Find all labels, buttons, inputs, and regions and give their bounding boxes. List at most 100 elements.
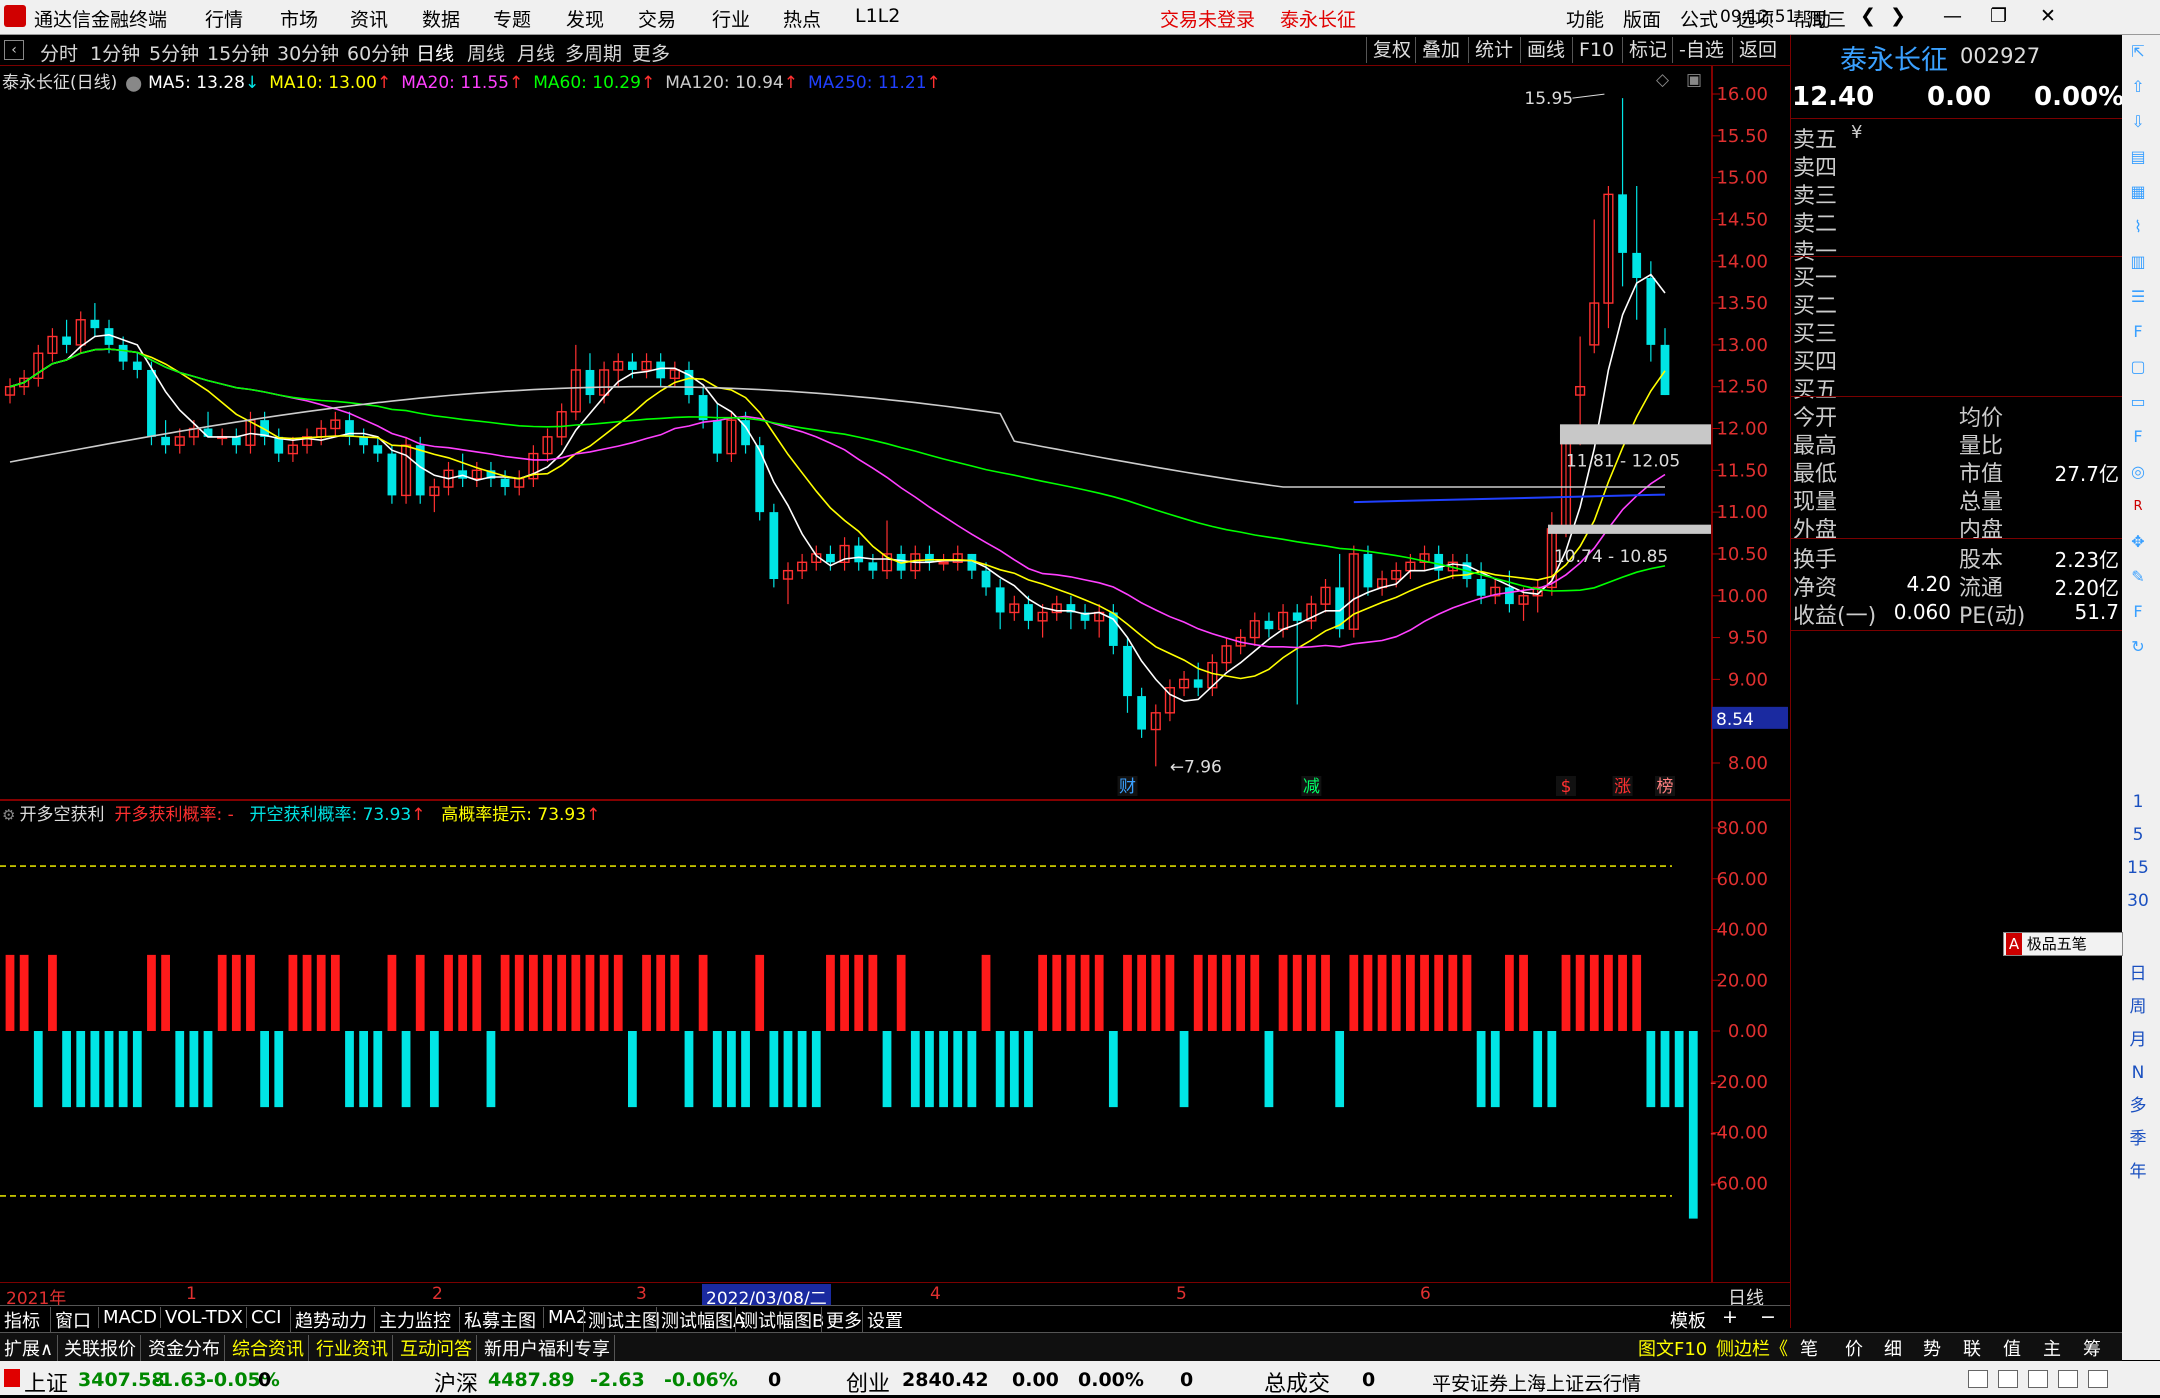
bottom-right-tab[interactable]: 笔	[1800, 1335, 1818, 1361]
chart-tool-button[interactable]: 画线	[1520, 37, 1571, 63]
line-chart-icon[interactable]: ⌇	[2124, 213, 2152, 241]
grid-icon[interactable]: ▦	[2124, 178, 2152, 206]
side-period-button[interactable]: 1	[2124, 788, 2152, 816]
side-period-button[interactable]: 5	[2124, 821, 2152, 849]
candle-icon[interactable]: ▥	[2124, 248, 2152, 276]
indicator-tab[interactable]: MACD	[98, 1307, 157, 1328]
menu-item[interactable]: 帮助	[1793, 5, 1831, 32]
period-tab[interactable]: 1分钟	[90, 39, 140, 66]
panel-toggle-icon[interactable]: ‹	[4, 40, 24, 60]
index-name[interactable]: 上证	[24, 1366, 68, 1398]
status-icon-c[interactable]	[2028, 1370, 2048, 1388]
indicator-tab[interactable]: 私募主图	[459, 1307, 536, 1333]
index-name[interactable]: 总成交	[1264, 1366, 1330, 1398]
menu-item[interactable]: 选项	[1736, 5, 1774, 32]
menu-item[interactable]: 资讯	[350, 5, 388, 32]
menu-item[interactable]: 热点	[783, 5, 821, 32]
chart-tool-button[interactable]: -自选	[1672, 37, 1730, 63]
status-icon-b[interactable]	[1998, 1370, 2018, 1388]
add-tab-icon[interactable]: +	[1722, 1306, 1738, 1328]
menu-item[interactable]: L1L2	[855, 5, 900, 27]
trade-status[interactable]: 交易未登录	[1160, 5, 1255, 32]
remove-tab-icon[interactable]: −	[1760, 1306, 1776, 1328]
period-tab[interactable]: 15分钟	[207, 39, 269, 66]
side-period-button[interactable]: N	[2124, 1059, 2152, 1087]
bottom-right-tab[interactable]: 势	[1923, 1335, 1941, 1361]
status-icon-e[interactable]	[2088, 1370, 2108, 1388]
bottom-right-tab[interactable]: 侧边栏《	[1716, 1335, 1788, 1361]
side-period-button[interactable]: 季	[2124, 1125, 2152, 1153]
calendar-icon[interactable]: ▤	[2124, 143, 2152, 171]
bottom-tab[interactable]: 关联报价	[64, 1335, 141, 1361]
refresh-icon[interactable]: ↻	[2124, 633, 2152, 661]
status-server[interactable]: 平安证券上海上证云行情	[1432, 1369, 1641, 1396]
expand-icon[interactable]: ⇱	[2124, 38, 2152, 66]
move-icon[interactable]: ✥	[2124, 528, 2152, 556]
menu-item[interactable]: 公式	[1680, 5, 1718, 32]
menu-item[interactable]: 功能	[1566, 5, 1604, 32]
close-icon[interactable]: ✕	[2040, 5, 2056, 27]
chart-tool-button[interactable]: 统计	[1468, 37, 1519, 63]
menu-item[interactable]: 行业	[712, 5, 750, 32]
fs-icon[interactable]: F	[2124, 598, 2152, 626]
menu-item[interactable]: 行情	[205, 5, 243, 32]
template-button[interactable]: 模板	[1670, 1307, 1706, 1333]
multi-chart-icon[interactable]: ▢	[2124, 353, 2152, 381]
period-tab[interactable]: 月线	[517, 39, 555, 66]
side-period-button[interactable]: 多	[2124, 1092, 2152, 1120]
side-period-button[interactable]: 15	[2124, 854, 2152, 882]
indicator-tab[interactable]: 设置	[862, 1307, 903, 1333]
ime-widget[interactable]: A 极品五笔	[2003, 932, 2123, 956]
f10-icon[interactable]: F	[2124, 318, 2152, 346]
indicator-tab[interactable]: 测试幅图B	[735, 1307, 824, 1333]
bottom-tab[interactable]: 行业资讯	[316, 1335, 393, 1361]
period-tab[interactable]: 30分钟	[277, 39, 339, 66]
period-tab[interactable]: 更多	[632, 39, 670, 66]
menu-item[interactable]: 版面	[1623, 5, 1661, 32]
indicator-tab[interactable]: CCI	[246, 1307, 281, 1328]
period-tab[interactable]: 分时	[40, 39, 78, 66]
bottom-right-tab[interactable]: 联	[1963, 1335, 1981, 1361]
chart-tool-button[interactable]: F10	[1572, 37, 1620, 63]
forward-arrow-icon[interactable]: ❯	[1890, 5, 1906, 27]
indicator-tab[interactable]: 趋势动力	[290, 1307, 367, 1333]
indicator-tab[interactable]: 测试主图	[583, 1307, 660, 1333]
indicator-settings-icon[interactable]: ⚙	[2, 806, 15, 824]
period-tab[interactable]: 多周期	[565, 39, 622, 66]
menu-item[interactable]: 交易	[638, 5, 676, 32]
bottom-tab[interactable]: 互动问答	[400, 1335, 477, 1361]
chart-settings-icon[interactable]: ◇	[1656, 70, 1669, 90]
bottom-right-tab[interactable]: 细	[1884, 1335, 1902, 1361]
bottom-tab[interactable]: 综合资讯	[232, 1335, 309, 1361]
legend-toggle-icon[interactable]: ⬤	[125, 74, 142, 92]
period-tab[interactable]: 周线	[467, 39, 505, 66]
indicator-tab[interactable]: 测试幅图A	[656, 1307, 745, 1333]
period-tab[interactable]: 60分钟	[347, 39, 409, 66]
side-period-button[interactable]: 月	[2124, 1026, 2152, 1054]
chart-area[interactable]: 16.00 15.50 15.00 14.50 14.00 13.50 13.00 12.50…	[0, 66, 1790, 1286]
status-icon-d[interactable]	[2058, 1370, 2078, 1388]
bottom-tab[interactable]: 扩展∧	[4, 1335, 59, 1361]
down-arrow-icon[interactable]: ⇩	[2124, 108, 2152, 136]
indicator-tab[interactable]: 指标	[4, 1307, 40, 1333]
chart-tool-button[interactable]: 标记	[1622, 37, 1673, 63]
bottom-right-tab[interactable]: 图文F10	[1638, 1335, 1707, 1361]
side-period-button[interactable]: 日	[2124, 960, 2152, 988]
status-icon-a[interactable]	[1968, 1370, 1988, 1388]
period-tab[interactable]: 5分钟	[149, 39, 199, 66]
bottom-right-tab[interactable]: 值	[2003, 1335, 2021, 1361]
bottom-right-tab[interactable]: 主	[2043, 1335, 2061, 1361]
chart-expand-icon[interactable]: ▣	[1686, 70, 1702, 90]
side-period-button[interactable]: 周	[2124, 993, 2152, 1021]
menu-item[interactable]: 专题	[493, 5, 531, 32]
index-name[interactable]: 沪深	[434, 1366, 478, 1398]
indicator-tab[interactable]: 窗口	[50, 1307, 91, 1333]
bottom-right-tab[interactable]: 筹	[2083, 1335, 2101, 1361]
rsi-icon[interactable]: R	[2124, 493, 2152, 521]
settings-icon[interactable]: ◎	[2124, 458, 2152, 486]
chart-tool-button[interactable]: 返回	[1732, 37, 1783, 63]
f2-icon[interactable]: F	[2124, 423, 2152, 451]
side-period-button[interactable]: 年	[2124, 1158, 2152, 1186]
restore-icon[interactable]: ❐	[1990, 5, 2007, 27]
up-arrow-icon[interactable]: ⇧	[2124, 73, 2152, 101]
